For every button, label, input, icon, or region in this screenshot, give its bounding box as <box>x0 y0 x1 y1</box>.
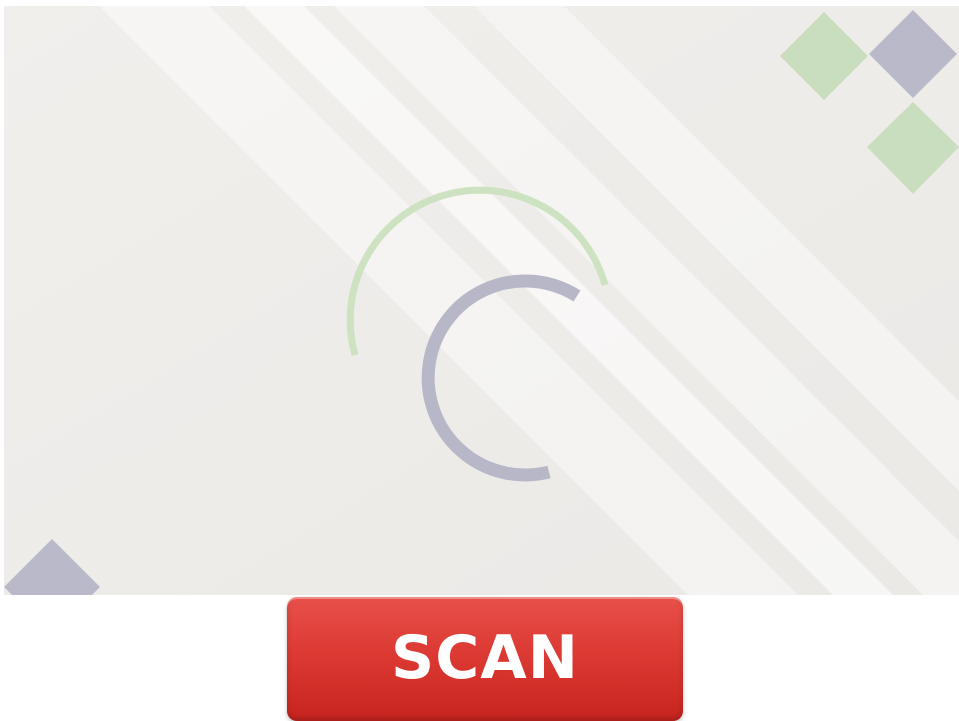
scan-button-label: SCAN <box>391 623 579 693</box>
splash-artwork <box>4 6 959 595</box>
scan-button[interactable]: SCAN <box>287 597 683 721</box>
scan-screen: SCAN <box>0 0 959 721</box>
splash-panel <box>4 6 959 595</box>
